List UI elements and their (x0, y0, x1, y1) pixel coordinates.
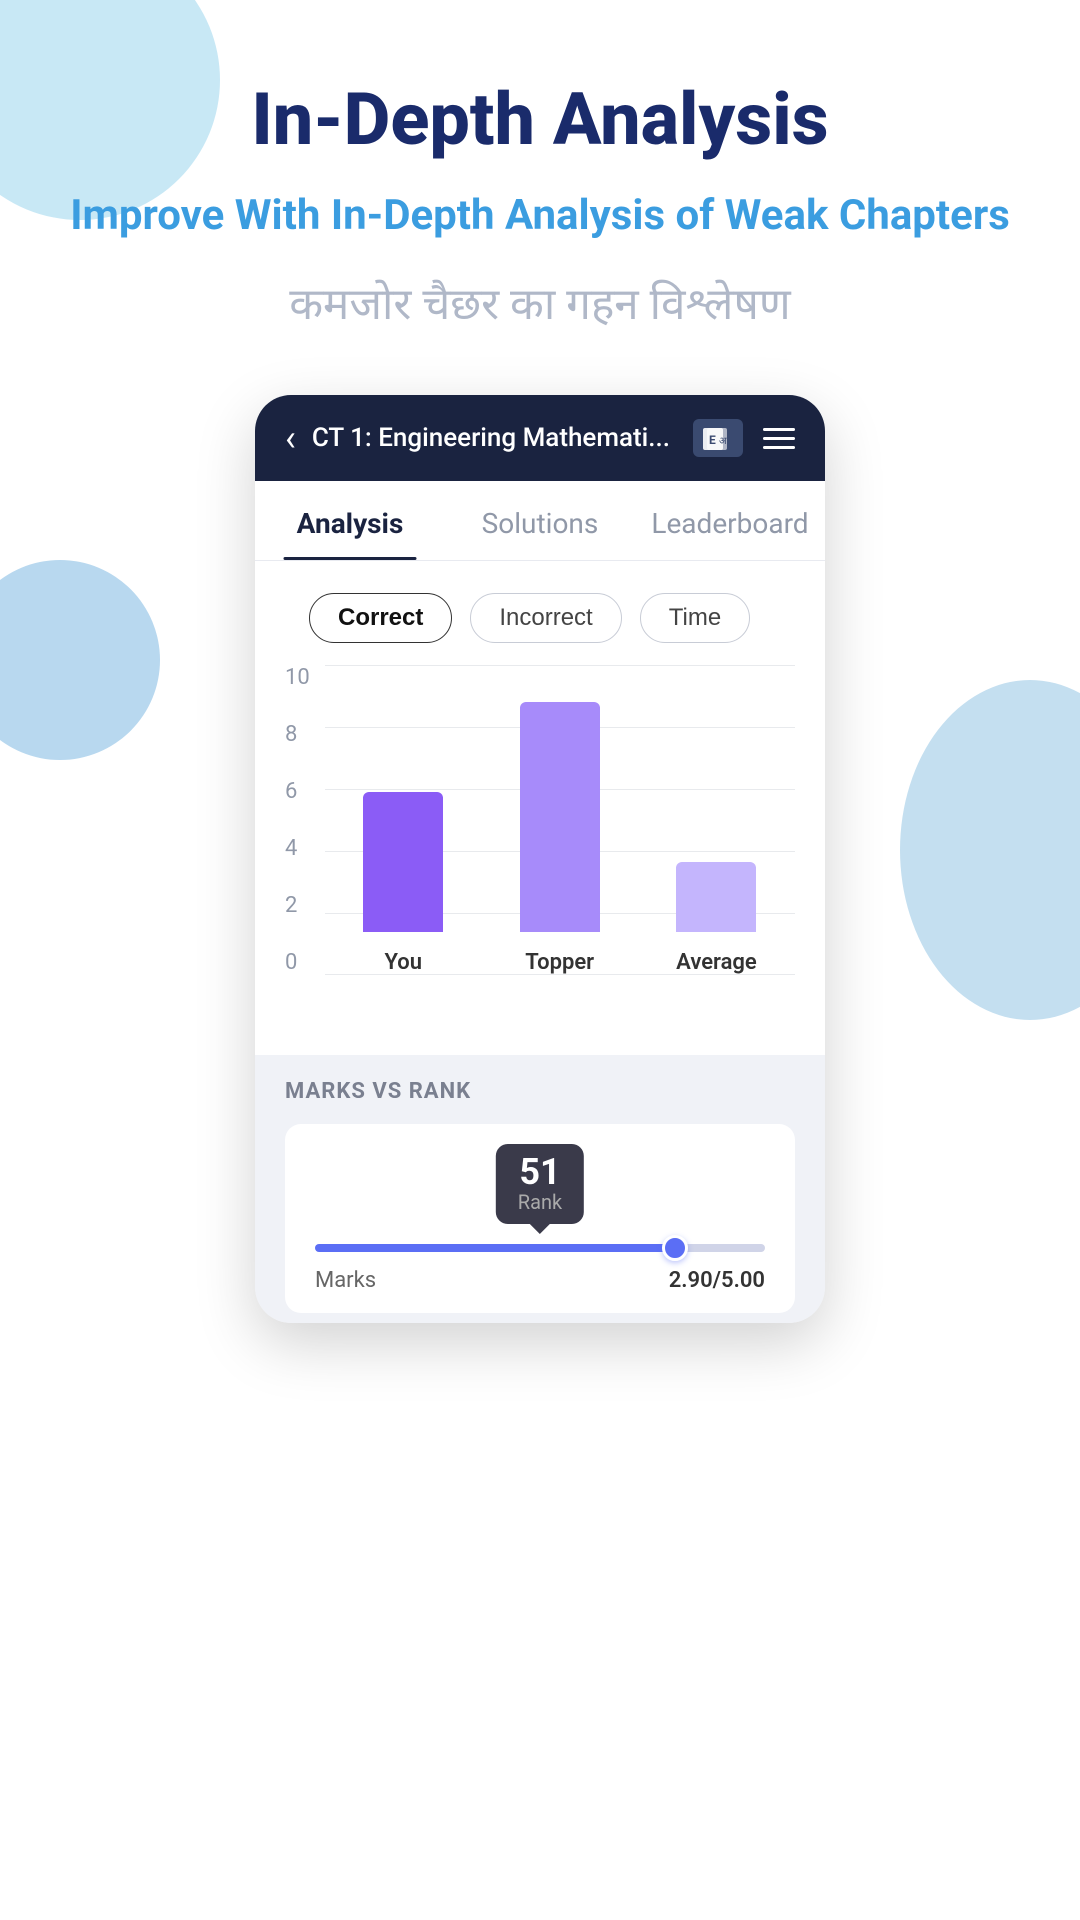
bars-row: You Topper Average (325, 695, 795, 975)
marks-key: Marks (315, 1268, 376, 1293)
filter-buttons: Correct Incorrect Time (285, 571, 795, 665)
bar-label-you: You (384, 950, 422, 975)
y-label-2: 2 (285, 893, 310, 918)
page-main-title: In-Depth Analysis (251, 80, 828, 159)
bar-label-average: Average (676, 950, 757, 975)
svg-text:E: E (709, 433, 716, 447)
grid-line-10 (325, 665, 795, 666)
hamburger-icon[interactable] (763, 428, 795, 449)
tab-solutions[interactable]: Solutions (445, 481, 635, 560)
marks-vs-rank-section: MARKS VS RANK 51 Rank Marks 2.90/5.00 (255, 1055, 825, 1323)
chart-grid: You Topper Average (325, 665, 795, 975)
back-button[interactable]: ‹ (285, 417, 296, 459)
chart-area: Correct Incorrect Time 10 8 6 4 2 0 (255, 561, 825, 1055)
y-label-6: 6 (285, 779, 310, 804)
mvr-card: 51 Rank Marks 2.90/5.00 (285, 1124, 795, 1313)
bar-label-topper: Topper (525, 950, 594, 975)
bar-you (363, 792, 443, 932)
rank-number: 51 (518, 1154, 562, 1190)
slider-area: Marks 2.90/5.00 (315, 1244, 765, 1293)
slider-thumb[interactable] (662, 1235, 688, 1261)
phone-mockup: ‹ CT 1: Engineering Mathemati... E अ (255, 395, 825, 1323)
slider-track[interactable] (315, 1244, 765, 1252)
bar-group-average: Average (676, 862, 757, 975)
mvr-section-label: MARKS VS RANK (285, 1079, 795, 1104)
page-subtitle-hi: कमजोर चैछर का गहन विश्लेषण (229, 274, 850, 336)
y-label-10: 10 (285, 665, 310, 690)
filter-time-button[interactable]: Time (640, 593, 750, 643)
rank-bubble: 51 Rank (496, 1144, 584, 1224)
svg-text:अ: अ (719, 436, 727, 447)
bar-topper (520, 702, 600, 932)
y-label-8: 8 (285, 722, 310, 747)
filter-incorrect-button[interactable]: Incorrect (470, 593, 621, 643)
y-label-4: 4 (285, 836, 310, 861)
bar-average (676, 862, 756, 932)
bar-group-you: You (363, 792, 443, 975)
phone-header: ‹ CT 1: Engineering Mathemati... E अ (255, 395, 825, 481)
header-icons: E अ (693, 419, 795, 457)
header-title: CT 1: Engineering Mathemati... (312, 423, 693, 453)
edu-icon[interactable]: E अ (693, 419, 743, 457)
tab-analysis[interactable]: Analysis (255, 481, 445, 560)
bar-group-topper: Topper (520, 702, 600, 975)
rank-text-label: Rank (518, 1190, 562, 1214)
chart-y-axis: 10 8 6 4 2 0 (285, 665, 310, 975)
phone-tabs: Analysis Solutions Leaderboard (255, 481, 825, 561)
marks-value: 2.90/5.00 (669, 1268, 765, 1293)
bar-chart: 10 8 6 4 2 0 (285, 665, 795, 1025)
y-label-0: 0 (285, 950, 310, 975)
tab-leaderboard[interactable]: Leaderboard (635, 481, 825, 560)
marks-row: Marks 2.90/5.00 (315, 1268, 765, 1293)
filter-correct-button[interactable]: Correct (309, 593, 452, 643)
page-subtitle-en: Improve With In-Depth Analysis of Weak C… (10, 189, 1070, 244)
